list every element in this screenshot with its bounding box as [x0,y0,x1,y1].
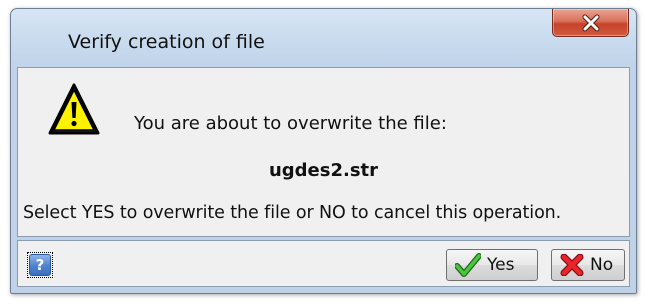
close-button[interactable] [552,9,629,37]
no-label: No [590,255,614,275]
title-bar[interactable]: Verify creation of file [11,9,636,69]
button-bar: ? Yes No [17,240,630,287]
message-text: You are about to overwrite the file: [134,113,447,134]
filename-text: ugdes2.str [268,160,379,181]
message-panel: You are about to overwrite the file: ugd… [17,67,630,237]
close-icon [582,14,599,31]
instruction-text: Select YES to overwrite the file or NO t… [23,203,562,223]
yes-label: Yes [487,255,515,275]
x-mark-icon [560,254,584,276]
warning-icon [48,83,100,135]
help-icon: ? [29,254,51,276]
checkmark-icon [455,253,481,277]
window-title: Verify creation of file [68,31,265,53]
yes-button[interactable]: Yes [446,249,538,281]
no-button[interactable]: No [551,249,625,281]
dialog-window: Verify creation of file You are about to… [10,8,637,294]
help-button[interactable]: ? [27,252,53,278]
